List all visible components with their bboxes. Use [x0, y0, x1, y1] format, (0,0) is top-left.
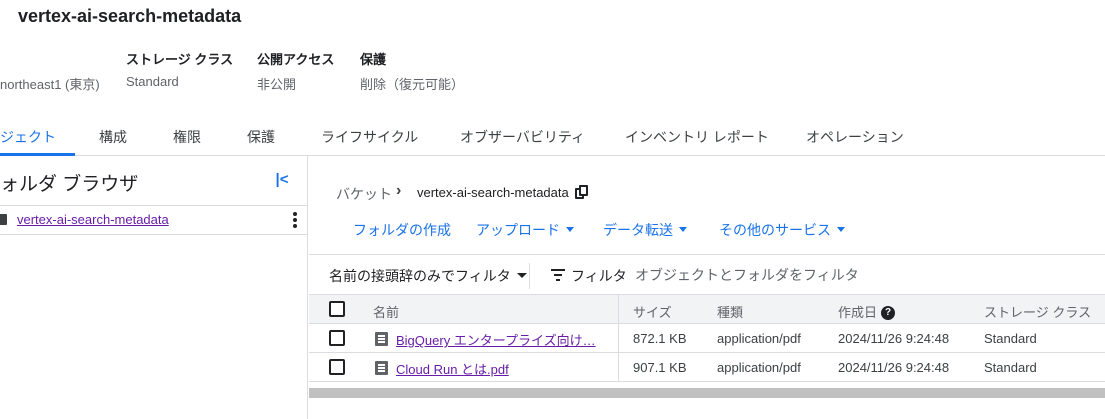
collapse-left-icon: |< — [275, 171, 289, 188]
tab-lifecycle[interactable]: ライフサイクル — [321, 118, 418, 156]
column-header-created-label: 作成日 — [838, 305, 878, 320]
column-header-name[interactable]: 名前 — [373, 302, 399, 321]
column-header-size[interactable]: サイズ — [633, 302, 672, 321]
tab-operations[interactable]: オペレーション — [806, 118, 904, 156]
tab-observability[interactable]: オブザーバビリティ — [460, 118, 585, 156]
other-services-label: その他のサービス — [719, 222, 831, 238]
create-folder-button[interactable]: フォルダの作成 — [353, 220, 451, 240]
folder-browser-title: ォルダ ブラウザ — [0, 174, 139, 195]
filter-divider — [529, 263, 530, 289]
upload-button[interactable]: アップロード — [476, 220, 574, 240]
more-vert-icon[interactable] — [286, 210, 304, 230]
storage-class-label: ストレージ クラス — [126, 52, 234, 67]
location-value: northeast1 (東京) — [0, 77, 100, 92]
breadcrumb-bucket-link[interactable]: バケット — [336, 184, 392, 204]
column-header-type[interactable]: 種類 — [717, 302, 743, 321]
table-row[interactable]: Cloud Run とは.pdf 907.1 KB application/pd… — [309, 353, 1105, 382]
folder-browser-panel: ォルダ ブラウザ |< vertex-ai-search-metadata — [0, 156, 308, 419]
chevron-right-icon: › — [396, 182, 402, 199]
caret-down-icon — [679, 226, 687, 232]
tab-permissions[interactable]: 権限 — [173, 118, 201, 156]
tab-objects[interactable]: ジェクト — [0, 118, 56, 156]
row-checkbox[interactable] — [329, 359, 345, 375]
filter-label: フィルタ — [571, 268, 627, 284]
tab-configuration[interactable]: 構成 — [99, 118, 127, 156]
filter-bar: 名前の接頭辞のみでフィルタ フィルタ — [309, 254, 1105, 294]
upload-label: アップロード — [476, 222, 560, 238]
protection-label: 保護 — [360, 52, 387, 67]
copy-icon[interactable] — [575, 185, 588, 199]
table-header: 名前 サイズ 種類 作成日? ストレージ クラス — [309, 294, 1105, 324]
tab-protection[interactable]: 保護 — [247, 118, 275, 156]
file-storage-class: Standard — [984, 331, 1037, 346]
file-storage-class: Standard — [984, 360, 1037, 375]
folder-tree-link[interactable]: vertex-ai-search-metadata — [17, 212, 169, 227]
row-checkbox[interactable] — [329, 330, 345, 346]
collapse-panel-button[interactable]: |< — [270, 168, 294, 192]
scrollbar-thumb[interactable] — [309, 388, 1105, 398]
file-type: application/pdf — [717, 331, 801, 346]
document-icon — [375, 361, 388, 375]
protection-value: 削除（復元可能） — [360, 77, 465, 92]
bucket-title: vertex-ai-search-metadata — [18, 6, 242, 26]
public-access-label: 公開アクセス — [257, 52, 335, 67]
prefix-filter-label: 名前の接頭辞のみでフィルタ — [329, 268, 511, 284]
horizontal-scrollbar[interactable] — [309, 388, 1105, 398]
prefix-filter-dropdown[interactable]: 名前の接頭辞のみでフィルタ — [329, 266, 527, 286]
file-size: 872.1 KB — [633, 331, 687, 346]
transfer-label: データ転送 — [603, 222, 673, 238]
file-type: application/pdf — [717, 360, 801, 375]
document-icon — [375, 332, 388, 346]
tab-inventory-reports[interactable]: インベントリ レポート — [625, 118, 769, 156]
help-icon[interactable]: ? — [881, 305, 896, 320]
public-access-value: 非公開 — [257, 77, 297, 92]
column-header-storage-class[interactable]: ストレージ クラス — [984, 302, 1091, 321]
file-created: 2024/11/26 9:24:48 — [838, 360, 950, 375]
select-all-checkbox[interactable] — [329, 301, 345, 317]
breadcrumb-current: vertex-ai-search-metadata — [417, 185, 569, 200]
transfer-data-button[interactable]: データ転送 — [603, 220, 687, 240]
caret-down-icon — [516, 272, 527, 278]
filter-input[interactable] — [635, 263, 935, 287]
file-name-link[interactable]: BigQuery エンタープライズ向け… — [396, 330, 596, 349]
file-name-link[interactable]: Cloud Run とは.pdf — [396, 359, 509, 378]
table-row[interactable]: BigQuery エンタープライズ向け… 872.1 KB applicatio… — [309, 324, 1105, 353]
folder-tree-item[interactable]: vertex-ai-search-metadata — [0, 205, 308, 235]
caret-down-icon — [837, 226, 845, 232]
file-created: 2024/11/26 9:24:48 — [838, 331, 950, 346]
column-header-created[interactable]: 作成日? — [838, 302, 896, 321]
filter-list-icon — [551, 269, 565, 281]
storage-class-value: Standard — [126, 74, 179, 89]
caret-down-icon — [566, 226, 574, 232]
file-size: 907.1 KB — [633, 360, 687, 375]
tab-bar: ジェクト 構成 権限 保護 ライフサイクル オブザーバビリティ インベントリ レ… — [0, 118, 1105, 156]
bucket-icon — [0, 214, 7, 225]
other-services-button[interactable]: その他のサービス — [719, 220, 845, 240]
